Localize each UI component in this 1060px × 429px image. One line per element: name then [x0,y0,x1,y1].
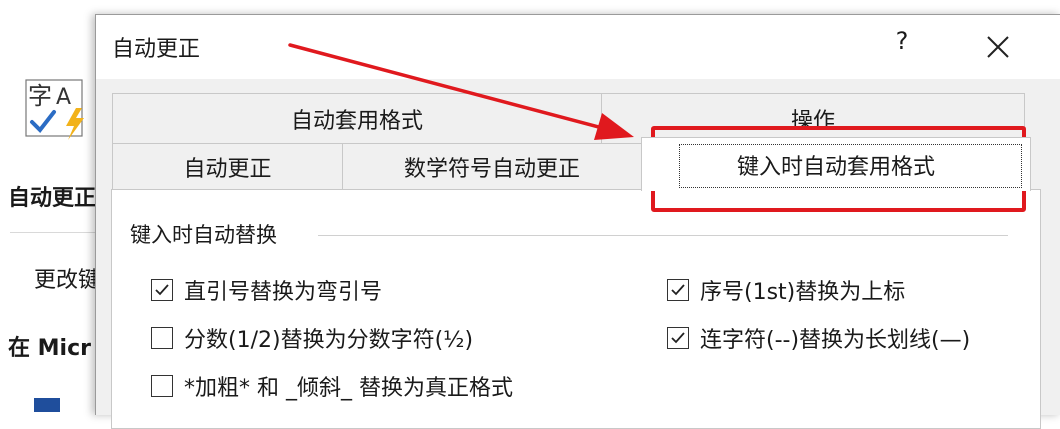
close-icon [987,36,1009,58]
checkbox[interactable] [667,327,689,349]
dialog-titlebar: 自动更正 ? [96,15,1060,79]
checkbox[interactable] [151,327,173,349]
option-label: 连字符(--)替换为长划线(—) [700,328,971,353]
option-ordinals[interactable]: 序号(1st)替换为上标 [667,274,905,306]
check-icon [155,284,169,296]
bg-label: 更改键 [34,268,101,293]
option-label: *加粗* 和 _倾斜_ 替换为真正格式 [184,376,513,401]
tab-label: 自动更正 [183,157,272,182]
close-button[interactable] [978,27,1018,67]
group-divider [318,235,1008,236]
check-icon [671,332,685,344]
checkbox[interactable] [151,375,173,397]
dialog-title: 自动更正 [112,37,201,62]
tab-label: 自动套用格式 [290,109,423,134]
tab-autocorrect[interactable]: 自动更正 [112,143,343,191]
bg-section-title: 自动更正 [8,186,97,211]
bg-heading: 在 Micr [8,336,91,361]
check-icon [671,284,685,296]
option-label: 序号(1st)替换为上标 [700,280,906,305]
option-hyphens[interactable]: 连字符(--)替换为长划线(—) [667,322,970,354]
autocorrect-icon: 字 A [24,78,92,142]
option-label: 分数(1/2)替换为分数字符(½) [184,328,474,353]
autocorrect-dialog: 自动更正 ? 自动套用格式 操作 自动更正 数学符号自动更正 键入时自动套用格式… [95,14,1060,429]
checkbox[interactable] [151,279,173,301]
option-label: 直引号替换为弯引号 [184,280,383,305]
help-button[interactable]: ? [892,27,912,55]
tab-focus-indicator [679,144,1022,188]
option-straight-quotes[interactable]: 直引号替换为弯引号 [151,274,382,306]
svg-text:A: A [56,85,71,110]
bg-checkbox[interactable] [34,398,60,412]
tab-autoformat[interactable]: 自动套用格式 [112,93,602,145]
group-title: 键入时自动替换 [130,223,277,247]
tab-math-autocorrect[interactable]: 数学符号自动更正 [342,143,642,191]
svg-text:字: 字 [28,82,52,110]
option-bold-italic[interactable]: *加粗* 和 _倾斜_ 替换为真正格式 [151,370,513,402]
option-fractions[interactable]: 分数(1/2)替换为分数字符(½) [151,322,473,354]
checkbox[interactable] [667,279,689,301]
tab-label: 数学符号自动更正 [403,157,580,182]
